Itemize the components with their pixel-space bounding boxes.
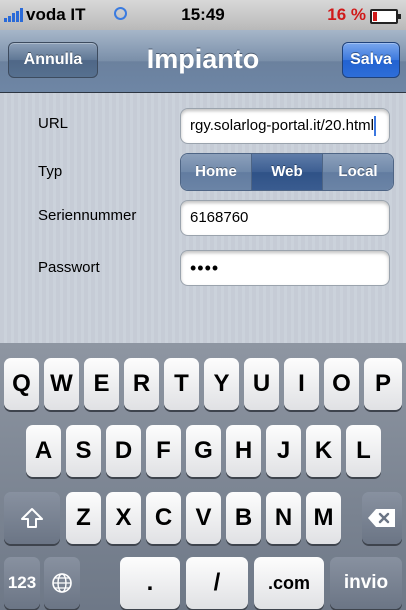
- serial-number-field[interactable]: 6168760: [180, 200, 390, 236]
- key-m[interactable]: M: [306, 492, 341, 544]
- key-w[interactable]: W: [44, 358, 79, 410]
- url-value: rgy.solarlog-portal.it/20.html: [190, 117, 374, 134]
- key-u[interactable]: U: [244, 358, 279, 410]
- url-label: URL: [38, 115, 69, 132]
- serial-number-value: 6168760: [190, 209, 249, 226]
- type-label: Typ: [38, 163, 63, 180]
- key-l[interactable]: L: [346, 425, 381, 477]
- return-key[interactable]: invio: [330, 557, 402, 609]
- key-i[interactable]: I: [284, 358, 319, 410]
- password-label: Passwort: [38, 259, 100, 276]
- key-j[interactable]: J: [266, 425, 301, 477]
- key-t[interactable]: T: [164, 358, 199, 410]
- key-y[interactable]: Y: [204, 358, 239, 410]
- url-field[interactable]: rgy.solarlog-portal.it/20.html: [180, 108, 390, 144]
- key-g[interactable]: G: [186, 425, 221, 477]
- globe-key[interactable]: [44, 557, 80, 609]
- shift-icon: [21, 507, 43, 528]
- backspace-key[interactable]: [362, 492, 402, 544]
- key-b[interactable]: B: [226, 492, 261, 544]
- key-f[interactable]: F: [146, 425, 181, 477]
- key-r[interactable]: R: [124, 358, 159, 410]
- keyboard: Q W E R T Y U I O P A S D F G H J K L Z …: [0, 343, 406, 610]
- serial-number-label: Seriennummer: [38, 207, 137, 224]
- key-d[interactable]: D: [106, 425, 141, 477]
- key-e[interactable]: E: [84, 358, 119, 410]
- battery-percentage: 16 %: [327, 5, 366, 24]
- key-x[interactable]: X: [106, 492, 141, 544]
- segment-web[interactable]: Web: [252, 154, 323, 190]
- navigation-bar: Annulla Impianto Salva: [0, 30, 406, 93]
- segment-home[interactable]: Home: [181, 154, 252, 190]
- key-c[interactable]: C: [146, 492, 181, 544]
- key-k[interactable]: K: [306, 425, 341, 477]
- key-a[interactable]: A: [26, 425, 61, 477]
- key-h[interactable]: H: [226, 425, 261, 477]
- save-button[interactable]: Salva: [342, 42, 400, 78]
- key-s[interactable]: S: [66, 425, 101, 477]
- numbers-key[interactable]: 123: [4, 557, 40, 609]
- dot-key[interactable]: .: [120, 557, 180, 609]
- text-caret: [373, 116, 376, 137]
- password-value: ••••: [190, 258, 220, 278]
- key-n[interactable]: N: [266, 492, 301, 544]
- key-z[interactable]: Z: [66, 492, 101, 544]
- key-q[interactable]: Q: [4, 358, 39, 410]
- key-p[interactable]: P: [364, 358, 402, 410]
- status-bar: voda IT 15:49 16 %: [0, 0, 406, 30]
- key-v[interactable]: V: [186, 492, 221, 544]
- password-field[interactable]: ••••: [180, 250, 390, 286]
- dot-com-key[interactable]: .com: [254, 557, 324, 609]
- settings-form: URL rgy.solarlog-portal.it/20.html Typ S…: [0, 93, 406, 343]
- segment-local[interactable]: Local: [323, 154, 393, 190]
- backspace-icon: [368, 508, 395, 527]
- slash-key[interactable]: /: [186, 557, 248, 609]
- key-o[interactable]: O: [324, 358, 359, 410]
- type-segmented-control: Home Web Local: [180, 153, 394, 191]
- battery-icon: [370, 9, 401, 24]
- shift-key[interactable]: [4, 492, 60, 544]
- globe-icon: [52, 573, 72, 593]
